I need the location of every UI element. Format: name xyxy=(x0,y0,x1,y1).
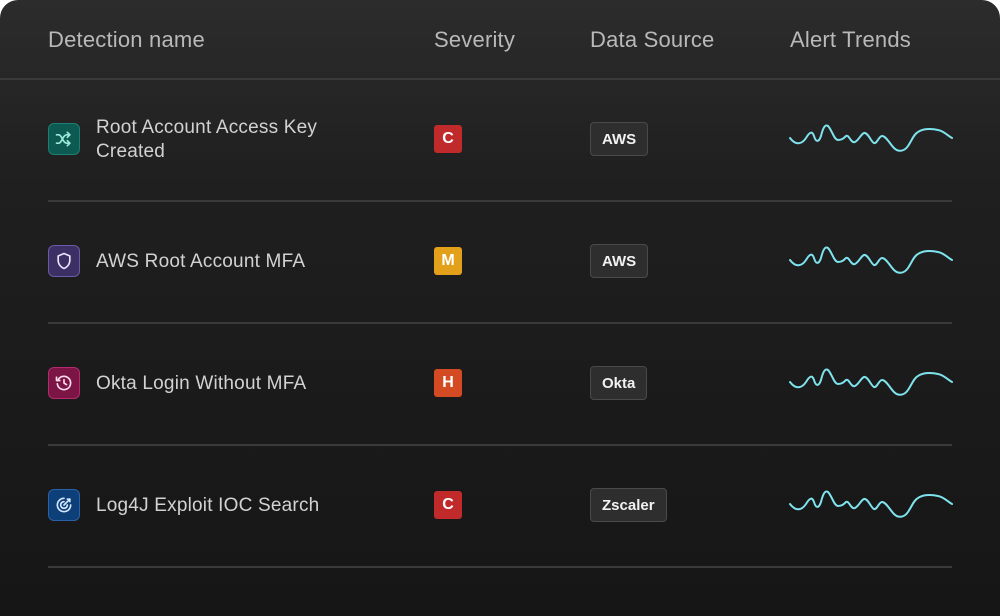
severity-badge: H xyxy=(434,369,462,397)
trend-line xyxy=(789,246,953,274)
trend-line xyxy=(789,368,953,396)
table-row[interactable]: AWS Root Account MFA M AWS xyxy=(48,202,953,324)
data-source-tag: AWS xyxy=(590,122,649,156)
alert-trend-sparkline xyxy=(789,490,953,518)
detection-name[interactable]: Log4J Exploit IOC Search xyxy=(96,494,386,518)
history-icon xyxy=(55,375,72,391)
data-source-tag: AWS xyxy=(590,244,649,278)
detection-name[interactable]: Root Account Access Key Created xyxy=(96,116,386,164)
table-row[interactable]: Okta Login Without MFA H Okta xyxy=(48,324,953,446)
column-header-data-source[interactable]: Data Source xyxy=(590,27,715,53)
table-header: Detection name Severity Data Source Aler… xyxy=(0,0,1000,80)
column-header-alert-trends[interactable]: Alert Trends xyxy=(790,27,911,53)
detection-name[interactable]: AWS Root Account MFA xyxy=(96,250,386,274)
column-header-detection-name[interactable]: Detection name xyxy=(48,27,205,53)
detection-type-icon xyxy=(48,489,80,521)
detection-type-icon xyxy=(48,123,80,155)
alert-trend-sparkline xyxy=(789,368,953,396)
trend-line xyxy=(789,490,953,518)
alert-trend-sparkline xyxy=(789,124,953,152)
detection-name[interactable]: Okta Login Without MFA xyxy=(96,372,386,396)
detection-type-icon xyxy=(48,245,80,277)
column-header-severity[interactable]: Severity xyxy=(434,27,515,53)
shuffle-icon xyxy=(55,131,71,147)
severity-badge: C xyxy=(434,125,462,153)
trend-line xyxy=(789,124,953,152)
alert-trend-sparkline xyxy=(789,246,953,274)
table-row[interactable]: Log4J Exploit IOC Search C Zscaler xyxy=(48,446,953,568)
shield-icon xyxy=(57,252,71,270)
detection-type-icon xyxy=(48,367,80,399)
target-icon xyxy=(56,497,72,513)
severity-badge: C xyxy=(434,491,462,519)
detections-panel: Detection name Severity Data Source Aler… xyxy=(0,0,1000,616)
table-row[interactable]: Root Account Access Key Created C AWS xyxy=(48,80,953,202)
data-source-tag: Zscaler xyxy=(590,488,667,522)
data-source-tag: Okta xyxy=(590,366,648,400)
severity-badge: M xyxy=(434,247,462,275)
